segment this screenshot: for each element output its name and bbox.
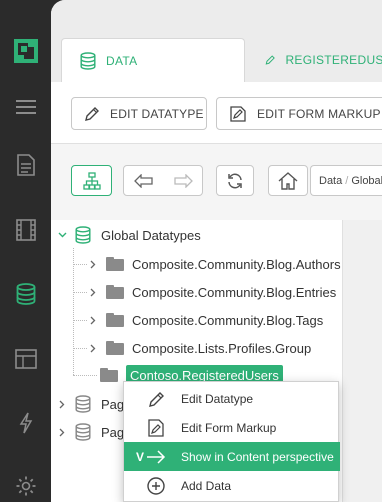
tree-node-blog-tags[interactable]: Composite.Community.Blog.Tags xyxy=(88,306,323,334)
tab-bar: DATA REGISTEREDUSER xyxy=(51,0,382,82)
chevron-right-icon[interactable] xyxy=(88,287,98,297)
tree-node-blog-authors[interactable]: Composite.Community.Blog.Authors xyxy=(88,250,341,278)
arrow-right-icon xyxy=(147,450,166,464)
perspective-rail xyxy=(0,0,51,502)
add-circle-icon xyxy=(147,477,165,495)
folder-icon xyxy=(106,341,124,355)
context-menu: Edit Datatype Edit Form Markup V Show in… xyxy=(123,381,340,502)
chevron-right-icon[interactable] xyxy=(88,259,98,269)
pencil-icon xyxy=(149,392,164,407)
history-buttons xyxy=(123,165,203,196)
breadcrumb-data[interactable]: Data xyxy=(319,175,342,187)
tree-node-blog-entries[interactable]: Composite.Community.Blog.Entries xyxy=(88,278,336,306)
sitemap-icon xyxy=(82,171,101,190)
tree-node-page-1[interactable]: Page xyxy=(57,390,131,418)
menu-item-label: Show in Content perspective xyxy=(181,449,334,464)
chevron-right-icon[interactable] xyxy=(57,399,67,409)
tree-guide xyxy=(73,375,97,376)
database-icon xyxy=(75,226,91,244)
database-icon xyxy=(80,51,96,70)
home-button[interactable] xyxy=(268,165,308,196)
folder-icon xyxy=(106,313,124,327)
breadcrumb-separator: / xyxy=(345,174,349,187)
menu-item-edit-datatype[interactable]: Edit Datatype xyxy=(124,384,340,413)
pencil-icon xyxy=(85,106,99,121)
refresh-icon xyxy=(228,173,242,188)
tab-registereduser-label: REGISTEREDUSER xyxy=(285,53,382,67)
chevron-right-icon[interactable] xyxy=(88,315,98,325)
app-window: DATA REGISTEREDUSER EDIT DATATYPE EDIT F… xyxy=(0,0,382,502)
edit-form-markup-button[interactable]: EDIT FORM MARKUP xyxy=(216,97,382,130)
tab-registereduser[interactable]: REGISTEREDUSER xyxy=(261,38,382,82)
menu-item-label: Add Data xyxy=(181,478,232,493)
functions-perspective-icon[interactable] xyxy=(0,403,51,443)
edit-form-icon xyxy=(148,419,164,437)
tree-guide xyxy=(73,248,74,375)
chevron-down-icon[interactable] xyxy=(57,230,67,240)
tree-node-global-datatypes[interactable]: Global Datatypes xyxy=(57,221,201,249)
refresh-button[interactable] xyxy=(216,165,254,196)
database-icon xyxy=(75,423,91,441)
menu-item-show-in-content-perspective[interactable]: V Show in Content perspective xyxy=(124,442,340,471)
toolbar: EDIT DATATYPE EDIT FORM MARKUP xyxy=(51,82,382,144)
tree-node-label: Composite.Community.Blog.Tags xyxy=(132,312,324,328)
menu-item-shortcut-key: V xyxy=(136,449,145,464)
breadcrumb-global[interactable]: Global xyxy=(351,175,382,187)
tree-node-label: Global Datatypes xyxy=(101,227,201,243)
forward-arrow-icon[interactable] xyxy=(173,173,193,188)
edit-form-markup-label: EDIT FORM MARKUP xyxy=(257,106,381,121)
folder-icon xyxy=(100,368,118,382)
tree-node-profiles-group[interactable]: Composite.Lists.Profiles.Group xyxy=(88,334,311,362)
system-perspective-icon[interactable] xyxy=(0,466,51,502)
data-perspective-icon[interactable] xyxy=(0,274,51,314)
edit-datatype-button[interactable]: EDIT DATATYPE xyxy=(71,97,207,130)
composite-logo-icon[interactable] xyxy=(0,31,51,71)
tree-node-label: Composite.Lists.Profiles.Group xyxy=(132,340,312,356)
media-perspective-icon[interactable] xyxy=(0,210,51,250)
hamburger-menu-icon[interactable] xyxy=(0,87,51,127)
database-icon xyxy=(75,395,91,413)
tree-guide xyxy=(73,320,87,321)
tree-guide xyxy=(73,348,87,349)
tree-node-label: Composite.Community.Blog.Entries xyxy=(132,284,337,300)
tree-node-page-2[interactable]: Page xyxy=(57,418,131,446)
chevron-right-icon[interactable] xyxy=(88,343,98,353)
menu-item-label: Edit Datatype xyxy=(181,391,254,406)
pencil-icon xyxy=(265,55,275,65)
tree-node-label: Composite.Community.Blog.Authors xyxy=(132,256,341,272)
link-with-editor-button[interactable] xyxy=(71,165,112,196)
folder-icon xyxy=(106,257,124,271)
menu-item-add-data[interactable]: Add Data xyxy=(124,471,340,500)
back-arrow-icon[interactable] xyxy=(133,173,154,188)
tab-data[interactable]: DATA xyxy=(61,38,245,82)
edit-form-icon xyxy=(230,105,246,122)
tree-splitter[interactable] xyxy=(342,220,382,502)
chevron-right-icon[interactable] xyxy=(57,427,67,437)
tree-guide xyxy=(73,292,87,293)
home-icon xyxy=(278,171,298,190)
content-perspective-icon[interactable] xyxy=(0,145,51,185)
navigation-bar: Data / Global xyxy=(51,144,382,220)
breadcrumb[interactable]: Data / Global xyxy=(310,165,382,196)
tree-guide xyxy=(73,264,87,265)
layout-perspective-icon[interactable] xyxy=(0,339,51,379)
folder-icon xyxy=(106,285,124,299)
menu-item-edit-form-markup[interactable]: Edit Form Markup xyxy=(124,413,340,442)
tab-data-label: DATA xyxy=(106,53,138,68)
edit-datatype-label: EDIT DATATYPE xyxy=(110,106,204,121)
menu-item-label: Edit Form Markup xyxy=(181,420,277,435)
